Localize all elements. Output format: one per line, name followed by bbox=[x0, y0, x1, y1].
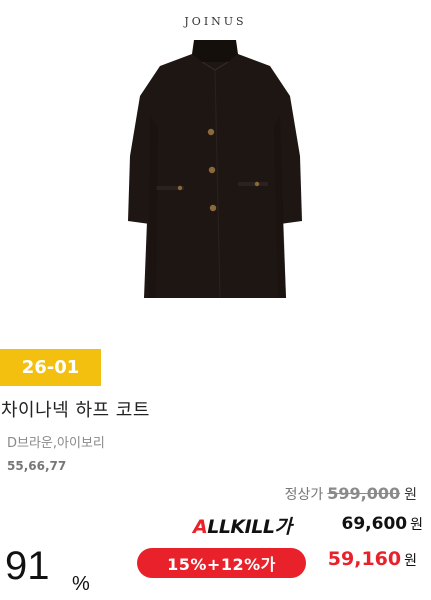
product-image[interactable]: JOINUS bbox=[0, 0, 431, 340]
regular-price: 599,000 bbox=[327, 484, 401, 503]
discount-badge: 15%+12%가 bbox=[137, 548, 306, 578]
allkill-logo: ALLKILL가 bbox=[193, 516, 292, 538]
regular-price-label: 정상가 bbox=[284, 487, 324, 503]
coat-image bbox=[128, 40, 302, 299]
allkill-price-row: ALLKILL가 69,600 원 bbox=[193, 512, 423, 540]
currency-label: 원 bbox=[404, 487, 417, 503]
product-sizes: 55,66,77 bbox=[7, 459, 67, 473]
product-colors: D브라운,아이보리 bbox=[7, 436, 105, 451]
brand-logo: JOINUS bbox=[184, 15, 247, 28]
final-price: 59,160 원 bbox=[327, 548, 417, 570]
discount-rate-unit: % bbox=[72, 573, 90, 595]
regular-price-row: 정상가 599,000 원 bbox=[285, 484, 417, 504]
product-code-badge: 26-01 bbox=[0, 349, 101, 386]
discount-rate: 91 bbox=[5, 544, 50, 588]
product-name[interactable]: 차이나넥 하프 코트 bbox=[1, 396, 150, 422]
allkill-price: 69,600 원 bbox=[341, 514, 424, 534]
